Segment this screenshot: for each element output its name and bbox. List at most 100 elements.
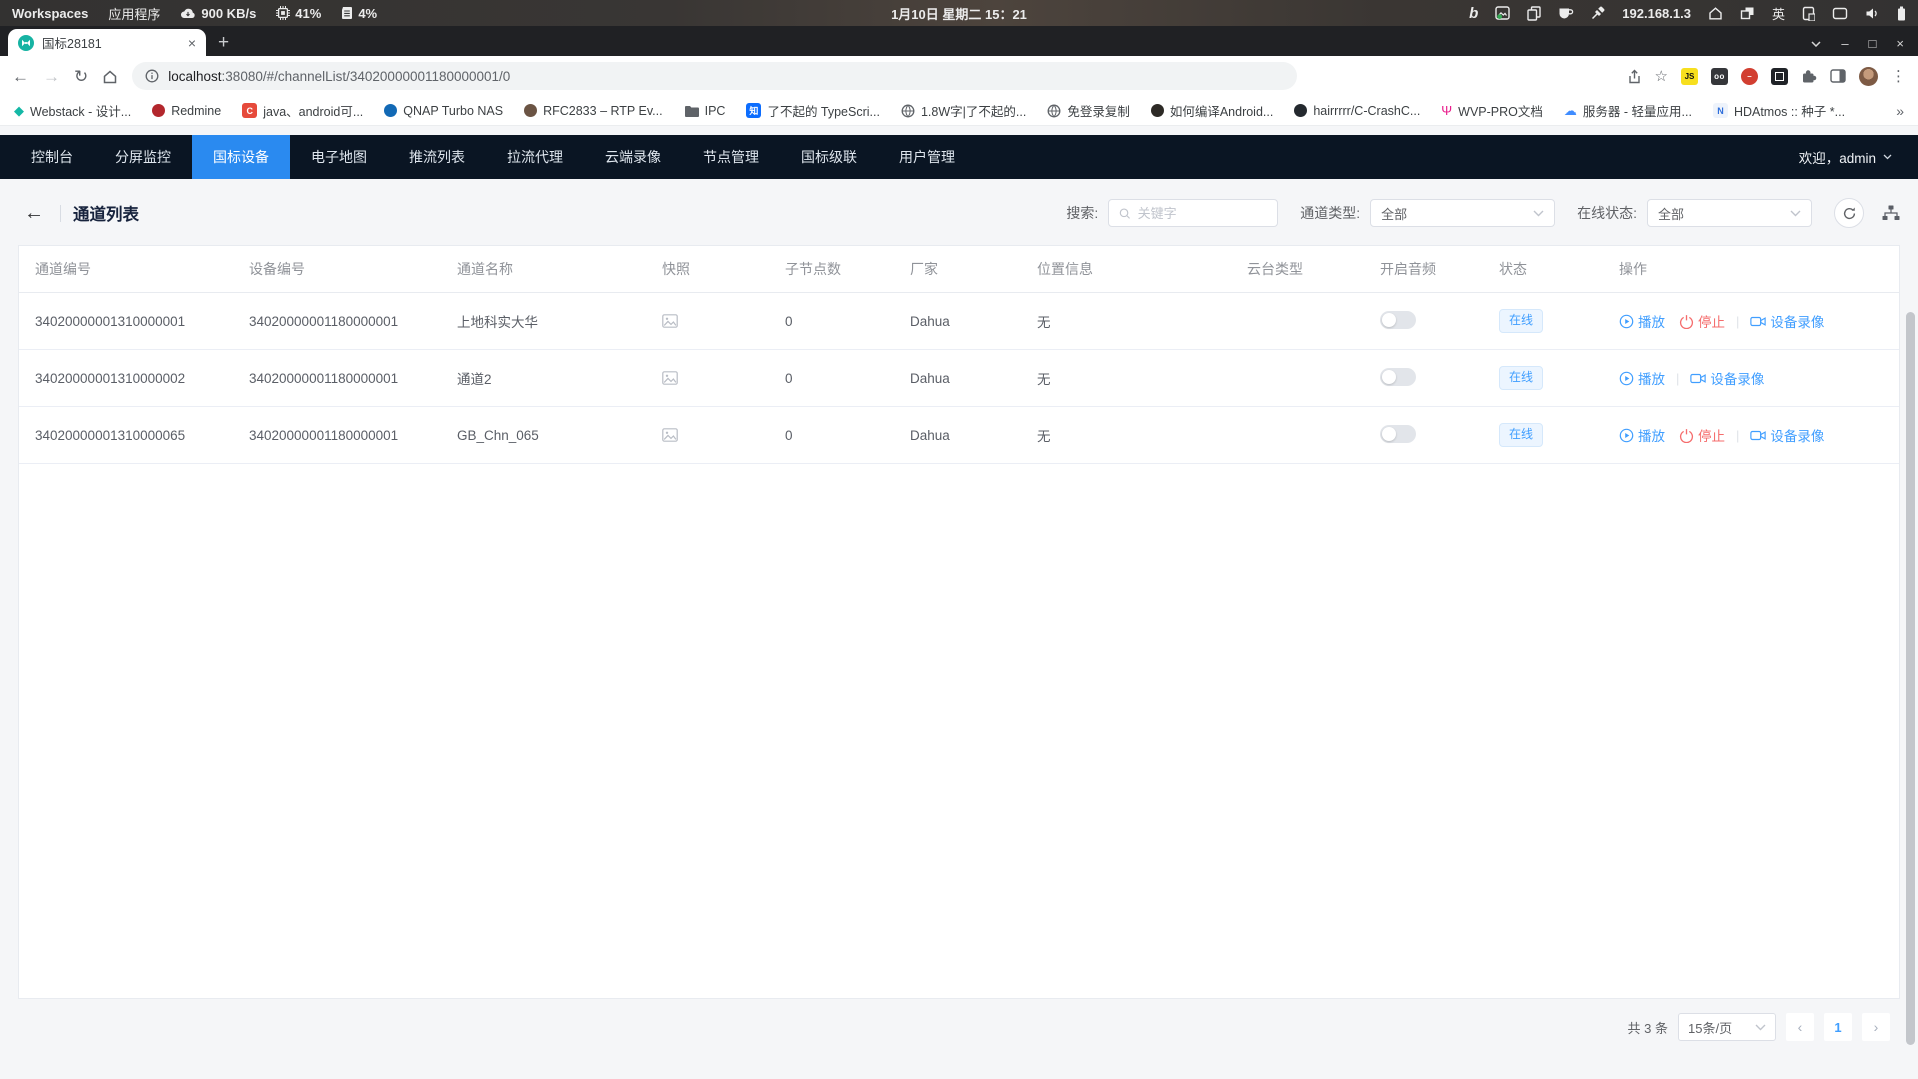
play-button[interactable]: 播放 [1619, 311, 1665, 331]
device-tree-button[interactable] [1882, 205, 1900, 221]
nav-tab-2[interactable]: 分屏监控 [94, 135, 192, 179]
bookmark-item[interactable]: IPC [684, 104, 726, 118]
nav-tab-8[interactable]: 节点管理 [682, 135, 780, 179]
bookmark-item[interactable]: RFC2833 – RTP Ev... [524, 104, 663, 118]
refresh-button[interactable] [1834, 198, 1864, 228]
bookmark-item[interactable]: 免登录复制 [1047, 101, 1130, 120]
site-info-icon[interactable] [145, 69, 159, 83]
reload-button[interactable]: ↻ [74, 68, 88, 85]
globe-icon [901, 104, 915, 118]
bookmark-item[interactable]: ΨWVP-PRO文档 [1441, 101, 1543, 120]
play-button[interactable]: 播放 [1619, 368, 1665, 388]
column-header: 开启音频 [1380, 259, 1499, 279]
snapshot-thumbnail[interactable] [662, 428, 785, 442]
profile-avatar[interactable] [1859, 67, 1878, 86]
stop-icon [1679, 314, 1694, 329]
bookmark-item[interactable]: 如何编译Android... [1151, 101, 1274, 120]
scrollbar-thumb[interactable] [1906, 312, 1915, 1045]
nav-tab-4[interactable]: 电子地图 [290, 135, 388, 179]
browser-home-button[interactable] [102, 69, 118, 84]
extensions-puzzle-icon[interactable] [1801, 68, 1817, 84]
bookmark-star-icon[interactable]: ☆ [1655, 67, 1668, 85]
battery-tray-icon[interactable] [1897, 6, 1906, 21]
tab-title: 国标28181 [42, 33, 180, 52]
nav-tab-1[interactable]: 控制台 [10, 135, 94, 179]
browser-menu-icon[interactable]: ⋮ [1891, 67, 1906, 85]
clipboard-tray-icon[interactable] [1527, 6, 1541, 21]
bookmark-item[interactable]: ◆Webstack - 设计... [14, 101, 131, 120]
display-tray-icon[interactable] [1832, 7, 1848, 20]
search-input[interactable] [1138, 206, 1268, 221]
share-icon[interactable] [1627, 69, 1642, 84]
forward-button[interactable]: → [43, 68, 60, 85]
windows-tray-icon[interactable] [1740, 6, 1755, 20]
window-maximize-button[interactable]: □ [1869, 37, 1877, 50]
adblock-extension-icon[interactable]: – [1741, 68, 1758, 85]
browser-tab[interactable]: 国标28181 × [8, 29, 206, 56]
stop-button[interactable]: 停止 [1679, 311, 1725, 331]
nav-tab-7[interactable]: 云端录像 [584, 135, 682, 179]
search-input-wrap[interactable] [1108, 199, 1278, 227]
online-status-select[interactable]: 全部 [1647, 199, 1812, 227]
tab-search-icon[interactable] [1811, 41, 1821, 47]
play-button[interactable]: 播放 [1619, 425, 1665, 445]
ip-address[interactable]: 192.168.1.3 [1622, 6, 1691, 21]
bookmark-label: QNAP Turbo NAS [403, 104, 503, 118]
channel-type-select[interactable]: 全部 [1370, 199, 1555, 227]
coffee-tray-icon[interactable] [1558, 7, 1574, 20]
window-minimize-button[interactable]: – [1841, 37, 1848, 50]
clock[interactable]: 1月10日 星期二 15：21 [891, 4, 1027, 23]
phonelink-tray-icon[interactable] [1802, 6, 1815, 21]
nav-tab-5[interactable]: 推流列表 [388, 135, 486, 179]
bookmark-item[interactable]: Redmine [152, 104, 221, 118]
audio-toggle[interactable] [1380, 425, 1416, 443]
next-page-button[interactable]: › [1862, 1013, 1890, 1041]
github-icon [1294, 104, 1307, 117]
workspaces-button[interactable]: Workspaces [12, 6, 88, 21]
nav-tab-9[interactable]: 国标级联 [780, 135, 878, 179]
prev-page-button[interactable]: ‹ [1786, 1013, 1814, 1041]
volume-tray-icon[interactable] [1865, 7, 1880, 20]
column-header: 设备编号 [249, 259, 457, 279]
audio-toggle[interactable] [1380, 368, 1416, 386]
js-extension-icon[interactable]: JS [1681, 68, 1698, 85]
nav-tab-3[interactable]: 国标设备 [192, 135, 290, 179]
nav-tab-10[interactable]: 用户管理 [878, 135, 976, 179]
color-picker-tray-icon[interactable] [1591, 6, 1605, 20]
window-close-button[interactable]: × [1896, 37, 1904, 50]
device-record-button[interactable]: 设备录像 [1690, 368, 1764, 388]
back-button[interactable]: ← [12, 68, 29, 85]
stop-button[interactable]: 停止 [1679, 425, 1725, 445]
nav-tab-6[interactable]: 拉流代理 [486, 135, 584, 179]
bookmarks-overflow-icon[interactable]: » [1896, 103, 1904, 119]
back-arrow-button[interactable]: ← [18, 202, 52, 225]
device-record-button[interactable]: 设备录像 [1750, 425, 1824, 445]
bookmark-item[interactable]: QNAP Turbo NAS [384, 104, 503, 118]
bookmark-item[interactable]: ☁服务器 - 轻量应用... [1564, 101, 1692, 120]
bookmark-item[interactable]: 1.8W字|了不起的... [901, 101, 1026, 120]
input-method-indicator[interactable]: 英 [1772, 4, 1785, 23]
user-menu[interactable]: 欢迎，admin [1799, 147, 1918, 167]
bookmark-item[interactable]: Cjava、android可... [242, 101, 363, 120]
dark-extension-icon[interactable] [1771, 68, 1788, 85]
audio-toggle[interactable] [1380, 311, 1416, 329]
bing-tray-icon[interactable]: b [1469, 6, 1478, 21]
applications-menu[interactable]: 应用程序 [108, 4, 160, 23]
bookmark-item[interactable]: 知了不起的 TypeScri... [746, 101, 880, 120]
device-record-button[interactable]: 设备录像 [1750, 311, 1824, 331]
bookmark-item[interactable]: hairrrrr/C-CrashC... [1294, 104, 1420, 118]
tab-close-icon[interactable]: × [188, 35, 196, 51]
url-text[interactable]: localhost:38080/#/channelList/3402000000… [168, 69, 510, 84]
goggles-extension-icon[interactable]: oo [1711, 68, 1728, 85]
screenshot-tray-icon[interactable] [1495, 6, 1510, 20]
url-bar[interactable]: localhost:38080/#/channelList/3402000000… [132, 62, 1297, 90]
home-tray-icon[interactable] [1708, 6, 1723, 20]
page-size-select[interactable]: 15条/页 [1678, 1013, 1776, 1041]
record-icon [1750, 429, 1766, 442]
side-panel-icon[interactable] [1830, 69, 1846, 83]
bookmark-item[interactable]: NHDAtmos :: 种子 *... [1713, 101, 1845, 120]
snapshot-thumbnail[interactable] [662, 314, 785, 328]
new-tab-button[interactable]: + [218, 33, 229, 52]
snapshot-thumbnail[interactable] [662, 371, 785, 385]
page-number-button[interactable]: 1 [1824, 1013, 1852, 1041]
